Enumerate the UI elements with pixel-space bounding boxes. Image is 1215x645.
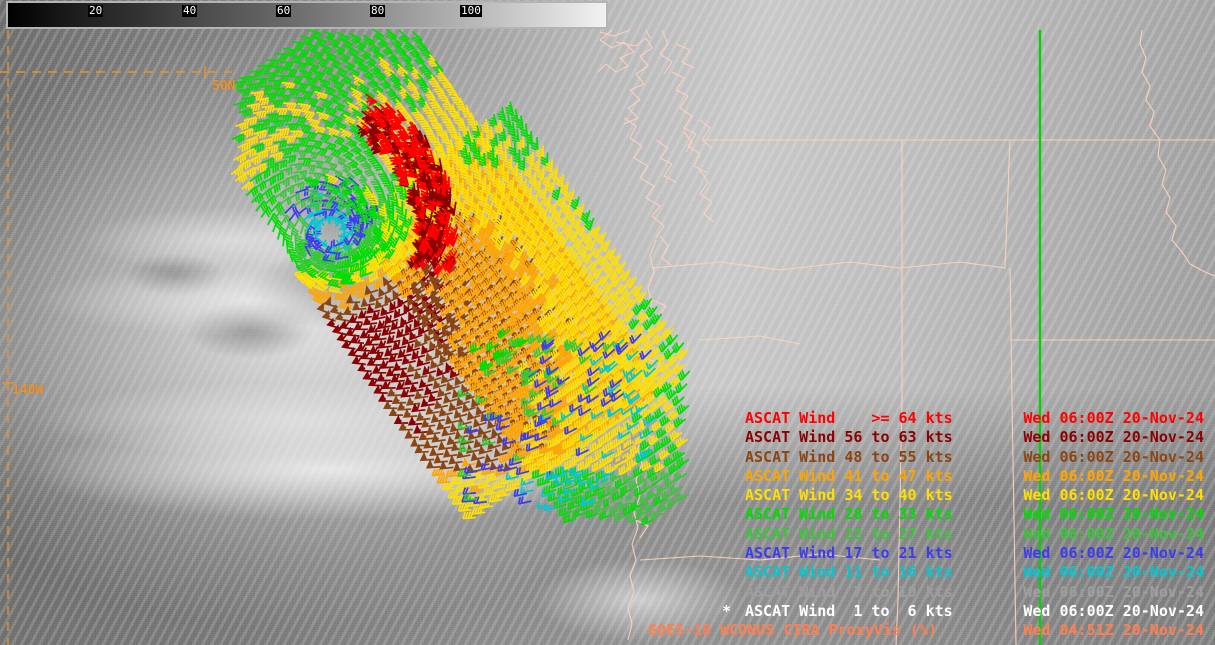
- colorbar-tick-60: 60: [276, 4, 292, 17]
- ascat-wind-legend: ASCAT Wind >= 64 kts Wed 06:00Z 20-Nov-2…: [722, 409, 1204, 621]
- legend-timestamp: Wed 06:00Z 20-Nov-24: [1023, 466, 1204, 485]
- colorbar-tick-40: 40: [182, 4, 198, 17]
- legend-row: ASCAT Wind 48 to 55 kts Wed 06:00Z 20-No…: [722, 448, 1204, 467]
- legend-row: ASCAT Wind 56 to 63 kts Wed 06:00Z 20-No…: [722, 428, 1204, 447]
- legend-timestamp: Wed 06:00Z 20-Nov-24: [1023, 601, 1204, 620]
- legend-row: ASCAT Wind >= 64 kts Wed 06:00Z 20-Nov-2…: [722, 409, 1204, 428]
- legend-row: ASCAT Wind 28 to 33 kts Wed 06:00Z 20-No…: [722, 505, 1204, 524]
- legend-label: ASCAT Wind 22 to 27 kts: [745, 524, 953, 543]
- legend-timestamp: Wed 06:00Z 20-Nov-24: [1023, 447, 1204, 466]
- colorbar-tick-20: 20: [88, 4, 104, 17]
- legend-star-marker: *: [722, 601, 732, 620]
- colorbar-container: 20 40 60 80 100: [6, 1, 608, 29]
- legend-label: ASCAT Wind 56 to 63 kts: [745, 428, 953, 447]
- legend-timestamp: Wed 06:00Z 20-Nov-24: [1023, 486, 1204, 505]
- legend-label: ASCAT Wind 48 to 55 kts: [745, 447, 953, 466]
- proxyvis-grayscale-colorbar: 20 40 60 80 100: [8, 3, 606, 27]
- legend-timestamp: Wed 06:00Z 20-Nov-24: [1023, 544, 1204, 563]
- colorbar-tick-80: 80: [370, 4, 386, 17]
- legend-timestamp: Wed 06:00Z 20-Nov-24: [1023, 563, 1204, 582]
- product-label: GOES-18 WCONUS CIRA ProxyVis (%): [648, 621, 937, 639]
- legend-label: ASCAT Wind 28 to 33 kts: [745, 505, 953, 524]
- longitude-label-140w: 140W: [12, 383, 44, 398]
- legend-timestamp: Wed 06:00Z 20-Nov-24: [1023, 524, 1204, 543]
- legend-label: ASCAT Wind 41 to 47 kts: [745, 466, 953, 485]
- legend-timestamp: Wed 06:00Z 20-Nov-24: [1023, 409, 1204, 427]
- legend-row: ASCAT Wind 11 to 16 kts Wed 06:00Z 20-No…: [722, 563, 1204, 582]
- legend-label: ASCAT Wind 17 to 21 kts: [745, 544, 953, 563]
- legend-row: ASCAT Wind 7 to 10 kts Wed 06:00Z 20-Nov…: [722, 583, 1204, 602]
- legend-label: ASCAT Wind 1 to 6 kts: [745, 601, 953, 620]
- product-label-row: GOES-18 WCONUS CIRA ProxyVis (%) Wed 04:…: [648, 621, 1204, 640]
- colorbar-tick-100: 100: [460, 4, 482, 17]
- legend-timestamp: Wed 06:00Z 20-Nov-24: [1023, 582, 1204, 601]
- legend-label: ASCAT Wind 34 to 40 kts: [745, 486, 953, 505]
- legend-row: ASCAT Wind 41 to 47 kts Wed 06:00Z 20-No…: [722, 467, 1204, 486]
- legend-row: ASCAT Wind 22 to 27 kts Wed 06:00Z 20-No…: [722, 525, 1204, 544]
- legend-label: ASCAT Wind 7 to 10 kts: [745, 582, 953, 601]
- legend-timestamp: Wed 06:00Z 20-Nov-24: [1023, 505, 1204, 524]
- product-timestamp: Wed 04:51Z 20-Nov-24: [1023, 621, 1204, 639]
- legend-label: ASCAT Wind >= 64 kts: [745, 409, 953, 427]
- legend-row: ASCAT Wind 17 to 21 kts Wed 06:00Z 20-No…: [722, 544, 1204, 563]
- legend-row: ASCAT Wind 34 to 40 kts Wed 06:00Z 20-No…: [722, 486, 1204, 505]
- legend-row: * ASCAT Wind 1 to 6 kts Wed 06:00Z 20-No…: [722, 602, 1204, 621]
- legend-timestamp: Wed 06:00Z 20-Nov-24: [1023, 428, 1204, 447]
- latitude-label-50n: 50N: [212, 79, 236, 94]
- legend-label: ASCAT Wind 11 to 16 kts: [745, 563, 953, 582]
- satellite-image-viewer: 20 40 60 80 100 50N 140W ASCAT Wind >= 6…: [0, 0, 1215, 645]
